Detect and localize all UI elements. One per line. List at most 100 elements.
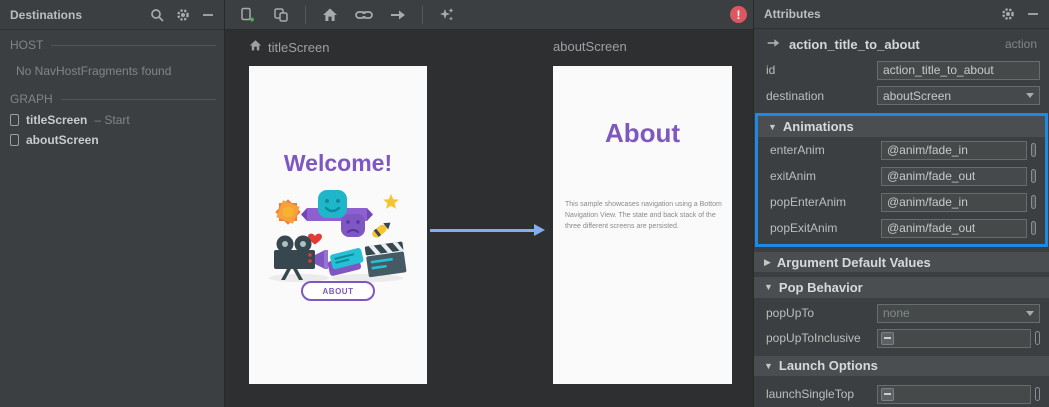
aboutscreen-label[interactable]: aboutScreen <box>553 39 627 54</box>
destination-item-aboutscreen[interactable]: aboutScreen <box>0 130 224 150</box>
minimize-icon[interactable] <box>1027 8 1039 20</box>
popupto-row: popUpTo none <box>754 301 1049 326</box>
selected-action-type: action <box>1004 37 1037 52</box>
destination-row: destination aboutScreen <box>754 83 1049 108</box>
collapse-triangle-icon: ▶ <box>764 256 771 267</box>
design-surface[interactable]: titleScreen aboutScreen Welcome! ABOUT A… <box>225 30 753 407</box>
attr-label: popEnterAnim <box>770 195 847 210</box>
search-icon[interactable] <box>150 8 164 22</box>
destinations-header: Destinations <box>0 0 224 30</box>
section-title: Animations <box>782 119 854 135</box>
attr-label: popExitAnim <box>770 221 838 236</box>
popupto-label: popUpTo <box>766 306 815 321</box>
nav-editor-center: ! titleScreen aboutScreen Welcome! ABOUT… <box>225 0 753 407</box>
selected-action-row: action_title_to_about action <box>754 29 1049 58</box>
divider <box>60 98 216 100</box>
assign-start-icon[interactable] <box>320 5 340 25</box>
section-title: Argument Default Values <box>776 254 931 270</box>
indeterminate-checkbox-icon[interactable] <box>881 331 894 345</box>
popexitanim-input[interactable]: @anim/fade_out <box>881 218 1027 238</box>
fragment-icon <box>10 114 19 126</box>
gear-icon[interactable] <box>1001 7 1015 21</box>
popupto-value: none <box>883 306 910 321</box>
pop-behavior-section-header[interactable]: ▼ Pop Behavior <box>754 277 1049 298</box>
action-arrow-icon <box>766 37 781 51</box>
collapse-triangle-icon: ▼ <box>768 121 777 132</box>
popupto-dropdown[interactable]: none <box>877 303 1040 323</box>
divider <box>51 44 216 46</box>
toolbar-separator <box>422 5 423 24</box>
pick-resource-icon[interactable] <box>1031 169 1036 184</box>
pick-resource-icon[interactable] <box>1031 143 1036 158</box>
attributes-title: Attributes <box>764 6 821 21</box>
deep-link-icon[interactable] <box>354 5 374 25</box>
destination-item-titlescreen[interactable]: titleScreen – Start <box>0 110 224 130</box>
collapse-triangle-icon: ▼ <box>764 282 773 293</box>
exitanim-row: exitAnim @anim/fade_out <box>758 163 1045 189</box>
indeterminate-checkbox-icon[interactable] <box>881 387 894 401</box>
titlescreen-label[interactable]: titleScreen <box>249 39 329 55</box>
about-body-text: This sample showcases navigation using a… <box>565 201 722 230</box>
graph-group-header: GRAPH <box>0 84 224 110</box>
nav-editor-toolbar: ! <box>225 0 753 30</box>
new-destination-icon[interactable] <box>237 5 257 25</box>
enteranim-input[interactable]: @anim/fade_in <box>881 140 1027 160</box>
attributes-panel: Attributes action_title_to_about action … <box>753 0 1049 407</box>
host-label: HOST <box>10 38 44 52</box>
id-input[interactable]: action_title_to_about <box>877 60 1040 80</box>
destination-dropdown[interactable]: aboutScreen <box>877 86 1040 106</box>
popenteranim-row: popEnterAnim @anim/fade_in <box>758 189 1045 215</box>
media-illustration <box>263 182 413 287</box>
animations-highlight-box: ▼ Animations enterAnim @anim/fade_in exi… <box>755 113 1048 248</box>
host-group-header: HOST <box>0 30 224 56</box>
attr-label: enterAnim <box>770 143 825 158</box>
start-destination-home-icon <box>249 39 262 55</box>
pick-resource-icon[interactable] <box>1035 331 1040 346</box>
popuptoinclusive-row: popUpToInclusive <box>754 326 1049 351</box>
add-action-icon[interactable] <box>388 5 408 25</box>
id-row: id action_title_to_about <box>754 58 1049 83</box>
popexitanim-row: popExitAnim @anim/fade_out <box>758 215 1045 241</box>
about-button-preview: ABOUT <box>301 281 375 301</box>
chevron-down-icon <box>1021 305 1039 322</box>
chevron-down-icon <box>1021 87 1039 104</box>
titlescreen-preview[interactable]: Welcome! ABOUT <box>249 66 427 384</box>
launch-options-section-header[interactable]: ▼ Launch Options <box>754 355 1049 376</box>
auto-arrange-icon[interactable] <box>437 5 457 25</box>
pick-resource-icon[interactable] <box>1031 195 1036 210</box>
action-arrow[interactable] <box>430 224 545 236</box>
destination-name: titleScreen <box>26 113 88 127</box>
toolbar-separator <box>305 5 306 24</box>
attr-label: exitAnim <box>770 169 817 184</box>
gear-icon[interactable] <box>176 8 190 22</box>
popuptoinclusive-field[interactable] <box>877 328 1031 348</box>
section-title: Pop Behavior <box>778 279 863 295</box>
destinations-title: Destinations <box>10 7 83 22</box>
launchsingletop-label: launchSingleTop <box>766 387 855 402</box>
section-title: Launch Options <box>778 358 878 374</box>
destination-label: destination <box>766 88 825 103</box>
destination-name: aboutScreen <box>26 133 99 147</box>
screen-name: aboutScreen <box>553 39 627 54</box>
minimize-icon[interactable] <box>202 9 214 21</box>
argument-defaults-section-header[interactable]: ▶ Argument Default Values <box>754 252 1049 273</box>
attributes-header: Attributes <box>754 0 1049 29</box>
animations-section-header[interactable]: ▼ Animations <box>758 116 1045 138</box>
action-arrow-head <box>534 224 545 236</box>
host-empty-text: No NavHostFragments found <box>16 64 172 78</box>
destinations-panel: Destinations HOST No NavHostFragments fo… <box>0 0 225 407</box>
enteranim-row: enterAnim @anim/fade_in <box>758 137 1045 163</box>
popenteranim-input[interactable]: @anim/fade_in <box>881 192 1027 212</box>
pick-resource-icon[interactable] <box>1031 221 1036 236</box>
error-badge[interactable]: ! <box>730 6 747 23</box>
destination-start-suffix: – Start <box>94 113 130 127</box>
id-label: id <box>766 63 776 78</box>
nested-graph-icon[interactable] <box>271 5 291 25</box>
pick-resource-icon[interactable] <box>1035 387 1040 402</box>
launchsingletop-field[interactable] <box>877 384 1031 404</box>
welcome-heading: Welcome! <box>283 150 393 176</box>
aboutscreen-preview[interactable]: About This sample showcases navigation u… <box>553 66 732 384</box>
exitanim-input[interactable]: @anim/fade_out <box>881 166 1027 186</box>
launchsingletop-row: launchSingleTop <box>754 382 1049 407</box>
collapse-triangle-icon: ▼ <box>764 360 773 371</box>
